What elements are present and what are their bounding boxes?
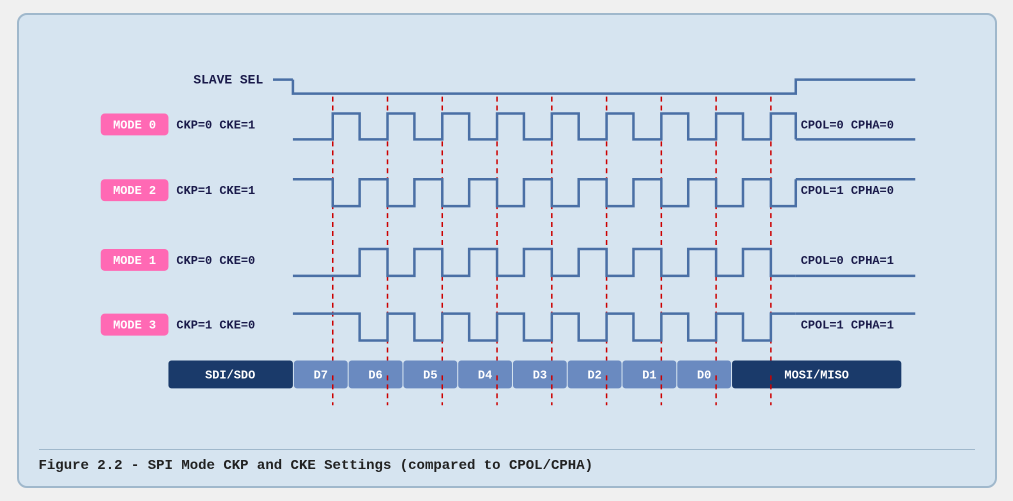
figure-caption: Figure 2.2 - SPI Mode CKP and CKE Settin… bbox=[39, 449, 975, 474]
mode3-right: CPOL=1 CPHA=1 bbox=[800, 319, 893, 333]
d3-label: D3 bbox=[532, 368, 546, 382]
outer-container: SLAVE SEL MODE 0 CKP=0 C bbox=[17, 13, 997, 488]
diagram-area: SLAVE SEL MODE 0 CKP=0 C bbox=[39, 33, 975, 439]
diagram-svg: SLAVE SEL MODE 0 CKP=0 C bbox=[39, 33, 975, 439]
d0-label: D0 bbox=[696, 368, 710, 382]
sdi-sdo-label: SDI/SDO bbox=[205, 368, 255, 382]
d7-label: D7 bbox=[313, 368, 327, 382]
mode2-params: CKP=1 CKE=1 bbox=[176, 184, 255, 198]
mode0-badge: MODE 0 bbox=[113, 118, 156, 132]
mode1-params: CKP=0 CKE=0 bbox=[176, 254, 255, 268]
slave-sel-label: SLAVE SEL bbox=[193, 73, 263, 88]
d1-label: D1 bbox=[642, 368, 656, 382]
mode2-right: CPOL=1 CPHA=0 bbox=[800, 184, 893, 198]
mode2-badge: MODE 2 bbox=[113, 184, 156, 198]
d4-label: D4 bbox=[477, 368, 491, 382]
d5-label: D5 bbox=[423, 368, 437, 382]
d6-label: D6 bbox=[368, 368, 382, 382]
mode1-badge: MODE 1 bbox=[113, 254, 156, 268]
mode0-params: CKP=0 CKE=1 bbox=[176, 118, 255, 132]
mode1-right: CPOL=0 CPHA=1 bbox=[800, 254, 893, 268]
mode3-badge: MODE 3 bbox=[113, 319, 156, 333]
mode3-params: CKP=1 CKE=0 bbox=[176, 319, 255, 333]
mode0-right: CPOL=0 CPHA=0 bbox=[800, 118, 893, 132]
d2-label: D2 bbox=[587, 368, 601, 382]
mosi-miso-label: MOSI/MISO bbox=[784, 368, 848, 382]
